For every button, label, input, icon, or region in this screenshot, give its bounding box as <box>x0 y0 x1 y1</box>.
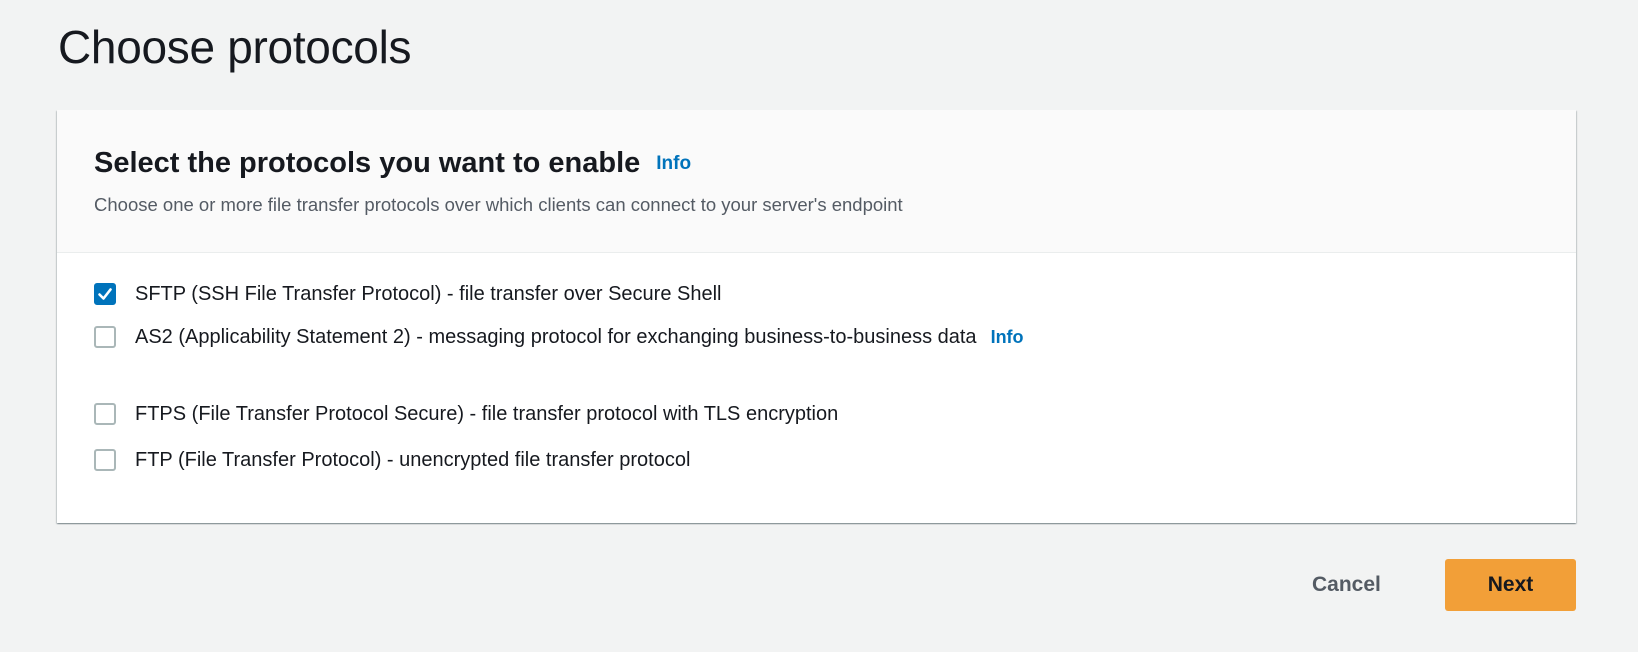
ftps-label: FTPS (File Transfer Protocol Secure) - f… <box>135 403 839 425</box>
panel-title: Select the protocols you want to enable I… <box>94 147 691 180</box>
as2-label-wrap: AS2 (Applicability Statement 2) - messag… <box>135 319 1165 356</box>
next-button[interactable]: Next <box>1445 559 1576 611</box>
as2-label: AS2 (Applicability Statement 2) - messag… <box>135 326 977 348</box>
page-title: Choose protocols <box>58 21 412 73</box>
panel-description: Choose one or more file transfer protoco… <box>94 194 903 215</box>
protocols-panel: Select the protocols you want to enable I… <box>57 110 1576 523</box>
panel-title-text: Select the protocols you want to enable <box>94 147 641 179</box>
sftp-checkbox[interactable] <box>94 283 116 305</box>
info-link[interactable]: Info <box>656 153 691 174</box>
ftp-label: FTP (File Transfer Protocol) - unencrypt… <box>135 449 691 471</box>
sftp-label: SFTP (SSH File Transfer Protocol) - file… <box>135 283 722 305</box>
protocol-option-as2[interactable]: AS2 (Applicability Statement 2) - messag… <box>94 319 1165 356</box>
as2-checkbox[interactable] <box>94 326 116 348</box>
protocol-option-sftp[interactable]: SFTP (SSH File Transfer Protocol) - file… <box>94 276 1165 313</box>
panel-header: Select the protocols you want to enable I… <box>57 110 1576 253</box>
protocol-option-ftp[interactable]: FTP (File Transfer Protocol) - unencrypt… <box>94 442 1165 479</box>
ftp-checkbox[interactable] <box>94 449 116 471</box>
cancel-button[interactable]: Cancel <box>1300 565 1393 605</box>
protocol-option-ftps[interactable]: FTPS (File Transfer Protocol Secure) - f… <box>94 396 1165 433</box>
checkmark-icon <box>98 288 112 300</box>
ftps-checkbox[interactable] <box>94 403 116 425</box>
as2-info-link[interactable]: Info <box>991 327 1024 347</box>
